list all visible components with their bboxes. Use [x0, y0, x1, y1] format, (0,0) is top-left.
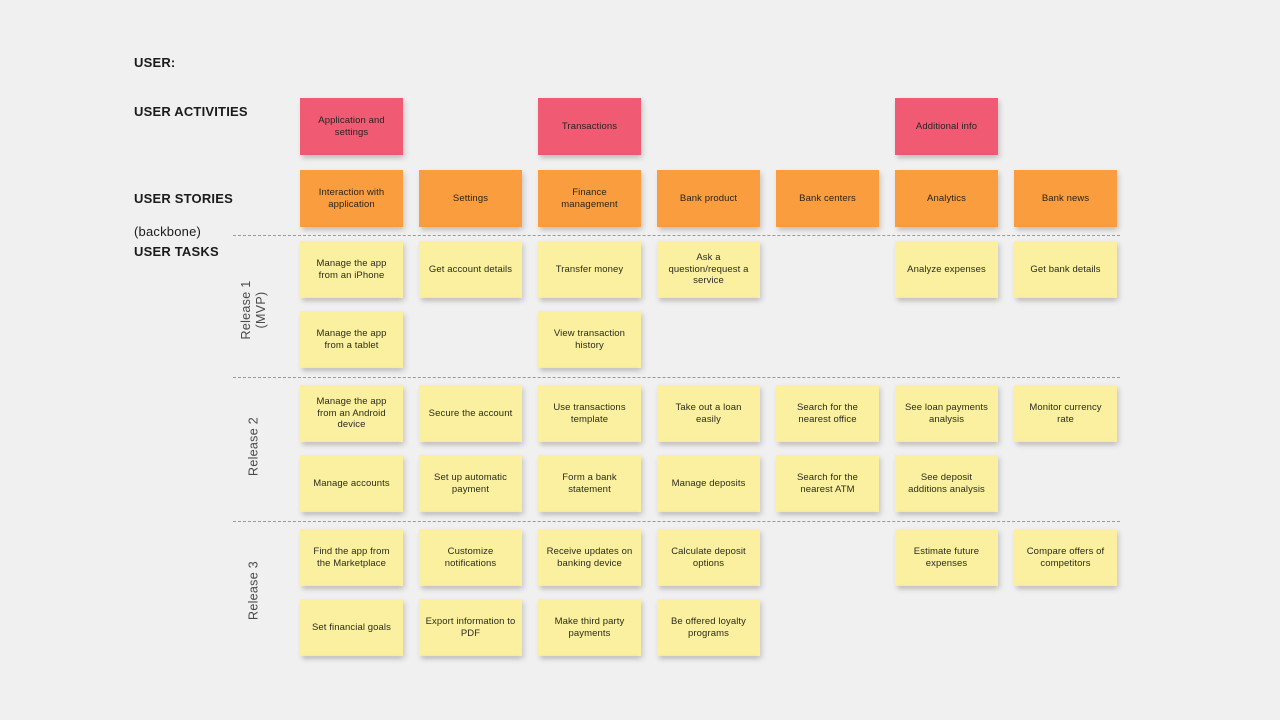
release-label-release-2: Release 2	[246, 417, 261, 476]
task-card-release-2-1[interactable]: Manage the app from an Android device	[300, 385, 403, 442]
card-label: Get bank details	[1030, 263, 1101, 275]
card-label: See loan payments analysis	[904, 401, 989, 425]
task-card-release-1-6[interactable]: Get bank details	[1014, 241, 1117, 298]
card-label: Receive updates on banking device	[546, 545, 633, 569]
task-card-release-2-4[interactable]: Take out a loan easily	[657, 385, 760, 442]
section-label-user-tasks: USER TASKS	[134, 244, 219, 259]
card-label: Manage the app from a tablet	[316, 327, 387, 351]
task-card-release-3-9[interactable]: Make third party payments	[538, 599, 641, 656]
card-label: Settings	[452, 192, 489, 204]
card-label: Transactions	[561, 120, 618, 132]
section-label-user-activities: USER ACTIVITIES	[134, 104, 248, 119]
card-label: Set financial goals	[311, 621, 391, 633]
task-card-release-2-9[interactable]: Set up automatic payment	[419, 455, 522, 512]
release-divider-2	[233, 377, 1120, 378]
task-card-release-2-3[interactable]: Use transactions template	[538, 385, 641, 442]
release-label-release-1: Release 1 (MVP)	[239, 280, 268, 340]
task-card-release-3-5[interactable]: Estimate future expenses	[895, 529, 998, 586]
story-card-5[interactable]: Bank centers	[776, 170, 879, 227]
card-label: Make third party payments	[554, 615, 625, 639]
activity-card-1[interactable]: Application and settings	[300, 98, 403, 155]
task-card-release-2-7[interactable]: Monitor currency rate	[1014, 385, 1117, 442]
card-label: View transaction history	[553, 327, 626, 351]
card-label: Manage the app from an Android device	[316, 395, 387, 431]
card-label: Customize notifications	[444, 545, 497, 569]
card-label: Form a bank statement	[562, 471, 617, 495]
card-label: Finance management	[561, 186, 618, 210]
story-card-6[interactable]: Analytics	[895, 170, 998, 227]
task-card-release-1-8[interactable]: View transaction history	[538, 311, 641, 368]
task-card-release-2-13[interactable]: See deposit additions analysis	[895, 455, 998, 512]
task-card-release-3-10[interactable]: Be offered loyalty programs	[657, 599, 760, 656]
card-label: Transfer money	[555, 263, 624, 275]
section-label-user-stories-title: USER STORIES	[134, 191, 233, 207]
task-card-release-1-2[interactable]: Get account details	[419, 241, 522, 298]
card-label: Search for the nearest office	[796, 401, 859, 425]
task-card-release-1-1[interactable]: Manage the app from an iPhone	[300, 241, 403, 298]
card-label: Additional info	[915, 120, 978, 132]
task-card-release-1-3[interactable]: Transfer money	[538, 241, 641, 298]
card-label: Estimate future expenses	[913, 545, 980, 569]
task-card-release-3-4[interactable]: Calculate deposit options	[657, 529, 760, 586]
release-label-release-3: Release 3	[246, 561, 261, 620]
card-label: Bank centers	[799, 192, 856, 204]
section-label-user-stories-subtitle: (backbone)	[134, 223, 202, 239]
activity-card-3[interactable]: Additional info	[895, 98, 998, 155]
card-label: Bank news	[1041, 192, 1090, 204]
task-card-release-3-1[interactable]: Find the app from the Marketplace	[300, 529, 403, 586]
release-divider-1	[233, 235, 1120, 236]
task-card-release-1-4[interactable]: Ask a question/request a service	[657, 241, 760, 298]
card-label: Compare offers of competitors	[1026, 545, 1105, 569]
card-label: Be offered loyalty programs	[670, 615, 747, 639]
card-label: Manage accounts	[313, 477, 390, 489]
story-card-3[interactable]: Finance management	[538, 170, 641, 227]
task-card-release-3-6[interactable]: Compare offers of competitors	[1014, 529, 1117, 586]
card-label: Bank product	[679, 192, 738, 204]
task-card-release-2-5[interactable]: Search for the nearest office	[776, 385, 879, 442]
task-card-release-2-2[interactable]: Secure the account	[419, 385, 522, 442]
release-divider-3	[233, 521, 1120, 522]
task-card-release-3-7[interactable]: Set financial goals	[300, 599, 403, 656]
card-label: Analyze expenses	[907, 263, 986, 275]
task-card-release-2-8[interactable]: Manage accounts	[300, 455, 403, 512]
task-card-release-2-10[interactable]: Form a bank statement	[538, 455, 641, 512]
card-label: Search for the nearest ATM	[796, 471, 859, 495]
card-label: Manage deposits	[671, 477, 746, 489]
card-label: Analytics	[927, 192, 966, 204]
card-label: Get account details	[428, 263, 513, 275]
card-label: Interaction with application	[318, 186, 385, 210]
card-label: Use transactions template	[553, 401, 626, 425]
task-card-release-3-3[interactable]: Receive updates on banking device	[538, 529, 641, 586]
section-label-user-stories: USER STORIES (backbone)	[134, 175, 233, 240]
story-card-7[interactable]: Bank news	[1014, 170, 1117, 227]
task-card-release-1-5[interactable]: Analyze expenses	[895, 241, 998, 298]
card-label: Take out a loan easily	[675, 401, 742, 425]
story-card-2[interactable]: Settings	[419, 170, 522, 227]
story-card-4[interactable]: Bank product	[657, 170, 760, 227]
card-label: Ask a question/request a service	[668, 251, 749, 287]
card-label: Application and settings	[318, 114, 385, 138]
story-map-board: USER: USER ACTIVITIES USER STORIES (back…	[0, 0, 1280, 720]
task-card-release-2-11[interactable]: Manage deposits	[657, 455, 760, 512]
card-label: Find the app from the Marketplace	[313, 545, 390, 569]
task-card-release-3-2[interactable]: Customize notifications	[419, 529, 522, 586]
card-label: Export information to PDF	[425, 615, 516, 639]
card-label: Set up automatic payment	[434, 471, 507, 495]
section-label-user: USER:	[134, 55, 176, 70]
card-label: Secure the account	[428, 407, 513, 419]
activity-card-2[interactable]: Transactions	[538, 98, 641, 155]
story-card-1[interactable]: Interaction with application	[300, 170, 403, 227]
card-label: See deposit additions analysis	[908, 471, 985, 495]
task-card-release-2-6[interactable]: See loan payments analysis	[895, 385, 998, 442]
task-card-release-2-12[interactable]: Search for the nearest ATM	[776, 455, 879, 512]
card-label: Monitor currency rate	[1029, 401, 1102, 425]
task-card-release-1-7[interactable]: Manage the app from a tablet	[300, 311, 403, 368]
card-label: Manage the app from an iPhone	[316, 257, 387, 281]
task-card-release-3-8[interactable]: Export information to PDF	[419, 599, 522, 656]
card-label: Calculate deposit options	[671, 545, 746, 569]
